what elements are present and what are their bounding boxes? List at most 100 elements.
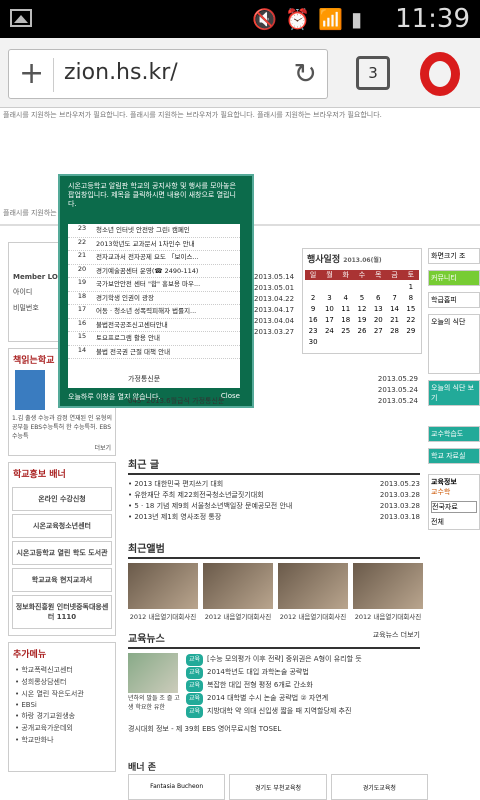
popup-item[interactable]: 23 청소년 인터넷 안전망 그린i 캠페인 (68, 224, 240, 238)
popup-item-title[interactable]: 2013학년도 교과문서 1차인수 안내 (96, 238, 195, 251)
add-menu-item[interactable]: • EBSi (9, 700, 115, 710)
popup-item-title[interactable]: 국가보안안전 센터 "합" 홍보용 마우... (96, 278, 200, 291)
add-menu-item[interactable]: • 공개교육가운데외 (9, 722, 115, 734)
calendar-date[interactable]: 15 (403, 305, 419, 313)
banner-item[interactable]: Fantasia Bucheon (128, 774, 226, 800)
calendar-date[interactable]: 30 (305, 338, 321, 346)
exam-info[interactable]: 경시대회 정보 - 제 39회 EBS 영어무료시험 TOSEL (128, 724, 420, 734)
edu-news-title[interactable]: 2014학년도 대입 과학논술 공략법 (207, 668, 309, 676)
edu-news-row[interactable]: 교육 2014 대학별 수시 논술 공략법 ② 자연계 (186, 692, 362, 705)
calendar-date[interactable]: 10 (321, 305, 337, 313)
latest-row-title[interactable]: • 2013 대한민국 편지쓰기 대회 (128, 479, 223, 490)
calendar-date[interactable]: 8 (403, 294, 419, 302)
popup-item[interactable]: 17 어동 · 청소년 성폭력피해자 법률지... (68, 305, 240, 319)
latest-row[interactable]: • 5 · 18 기념 제9회 서울청소년백일장 문예공모전 안내 2013.03… (128, 501, 420, 512)
tabs-button[interactable]: 3 (356, 56, 390, 90)
popup-item-title[interactable]: 불법전국공조신고센터안내 (96, 319, 168, 332)
popup-item[interactable]: 22 2013학년도 교과문서 1차인수 안내 (68, 238, 240, 251)
edu-news-row[interactable]: 교육 복잡한 대입 전형 평정 6개로 간소화 (186, 679, 362, 692)
promo-banner-item[interactable]: 시온고등학교 열린 학도 도서관 (12, 541, 112, 565)
add-menu-item[interactable]: • 학교폭력신고센터 (9, 664, 115, 676)
popup-item[interactable]: 18 경기학생 인권이 광장 (68, 292, 240, 305)
edu-news-row[interactable]: 교육 지방대학 약 의대 신입생 짧을 때 지역할당제 추진 (186, 705, 362, 718)
calendar-date[interactable]: 9 (305, 305, 321, 313)
add-menu-item[interactable]: • 학교만화나 (9, 734, 115, 746)
calendar-date[interactable]: 16 (305, 316, 321, 324)
calendar-date[interactable]: 1 (403, 283, 419, 291)
calendar-date[interactable]: 23 (305, 327, 321, 335)
calendar-date[interactable]: 14 (386, 305, 402, 313)
notice-row[interactable]: 045- 2013.6월급식 가정통신문 2013.05.24 (128, 396, 418, 407)
opera-menu-icon[interactable] (420, 52, 460, 96)
screen-size-box[interactable]: 화면크기 조 (428, 248, 480, 264)
popup-item-title[interactable]: 청소년 인터넷 안전망 그린i 캠페인 (96, 224, 190, 237)
diet-view-box[interactable]: 오늘의 식단 보기 (428, 380, 480, 406)
album-photo[interactable]: 2012 내음열기대회사진 (278, 563, 348, 621)
calendar-date[interactable]: 27 (370, 327, 386, 335)
calendar-date[interactable]: 4 (338, 294, 354, 302)
edu-news-title[interactable]: [수능 모의평가 이후 전략] 중위권은 A형이 유리할 듯 (207, 655, 362, 663)
popup-item-title[interactable]: 토요프로그램 활용 안내 (96, 332, 160, 345)
edu-news-row[interactable]: 교육 [수능 모의평가 이후 전략] 중위권은 A형이 유리할 듯 (186, 653, 362, 666)
popup-item[interactable]: 20 경기예술꿈센터 운영(☎ 2490-114) (68, 265, 240, 278)
calendar-date[interactable]: 18 (338, 316, 354, 324)
popup-item[interactable]: 16 불법전국공조신고센터안내 (68, 319, 240, 332)
class-homepage-box[interactable]: 학급홈피 (428, 292, 480, 308)
calendar-date[interactable]: 26 (354, 327, 370, 335)
calendar-date[interactable]: 17 (321, 316, 337, 324)
popup-item-title[interactable]: 전자교과서 전자공제 요도 「보이스... (96, 251, 199, 264)
edu-info-select[interactable]: 전국자료 (431, 501, 477, 513)
diet-box[interactable]: 오늘의 식단 (428, 314, 480, 374)
notice-row[interactable]: 가정통신문 2013.05.29 (128, 374, 418, 385)
calendar-date[interactable]: 19 (354, 316, 370, 324)
edu-news-title[interactable]: 지방대학 약 의대 신입생 짧을 때 지역할당제 추진 (207, 707, 351, 715)
edu-news-title[interactable]: 복잡한 대입 전형 평정 6개로 간소화 (207, 681, 313, 689)
community-box[interactable]: 커뮤니티 (428, 270, 480, 286)
address-bar[interactable]: + zion.hs.kr/ ↻ (8, 49, 328, 99)
calendar-date[interactable]: 20 (370, 316, 386, 324)
url-text[interactable]: zion.hs.kr/ (64, 60, 178, 85)
edu-info-radio[interactable]: 전체 (431, 517, 477, 527)
calendar-date[interactable]: 5 (354, 294, 370, 302)
edu-news-title[interactable]: 2014 대학별 수시 논술 공략법 ② 자연계 (207, 694, 328, 702)
calendar-date[interactable]: 28 (386, 327, 402, 335)
promo-banner-item[interactable]: 온라인 수강신청 (12, 487, 112, 511)
add-menu-item[interactable]: • 성희롱상담센터 (9, 676, 115, 688)
promo-banner-item[interactable]: 시온교육청소년센터 (12, 514, 112, 538)
notice-row[interactable]: 2013.05.24 (128, 385, 418, 396)
calendar-date[interactable]: 3 (321, 294, 337, 302)
promo-banner-item[interactable]: 정보화진흥원 인터넷중독대응센터 1110 (12, 595, 112, 629)
add-menu-item[interactable]: • 시온 열린 작은도서관 (9, 688, 115, 700)
calendar-date[interactable]: 12 (354, 305, 370, 313)
popup-item-title[interactable]: 불법 전국권 근절 대책 안내 (96, 346, 170, 359)
latest-row[interactable]: • 유한재단 주최 제22회전국청소년글짓기대회 2013.03.28 (128, 490, 420, 501)
calendar-date[interactable]: 6 (370, 294, 386, 302)
popup-item[interactable]: 21 전자교과서 전자공제 요도 「보이스... (68, 251, 240, 265)
edu-news-row[interactable]: 교육 2014학년도 대입 과학논술 공략법 (186, 666, 362, 679)
calendar-date[interactable]: 11 (338, 305, 354, 313)
popup-item-title[interactable]: 경기예술꿈센터 운영(☎ 2490-114) (96, 265, 198, 278)
book-more-link[interactable]: 더보기 (9, 443, 115, 452)
popup-item[interactable]: 19 국가보안안전 센터 "합" 홍보용 마우... (68, 278, 240, 292)
popup-item[interactable]: 14 불법 전국권 근절 대책 안내 (68, 346, 240, 359)
calendar-date[interactable]: 29 (403, 327, 419, 335)
calendar-date[interactable]: 25 (338, 327, 354, 335)
album-photo[interactable]: 2012 내음열기대회사진 (128, 563, 198, 621)
add-tab-icon[interactable]: + (19, 56, 44, 91)
latest-row[interactable]: • 2013년 제1회 영사조정 통장 2013.03.18 (128, 512, 420, 523)
calendar-date[interactable]: 2 (305, 294, 321, 302)
latest-row-title[interactable]: • 유한재단 주최 제22회전국청소년글짓기대회 (128, 490, 264, 501)
latest-row[interactable]: • 2013 대한민국 편지쓰기 대회 2013.05.23 (128, 479, 420, 490)
school-data-box[interactable]: 학교 자료실 (428, 448, 480, 464)
teaching-box[interactable]: 교수학습도 (428, 426, 480, 442)
calendar-date[interactable]: 24 (321, 327, 337, 335)
calendar-date[interactable]: 21 (386, 316, 402, 324)
reload-icon[interactable]: ↻ (294, 57, 317, 90)
edu-news-more[interactable]: 교육뉴스 더보기 (373, 630, 420, 645)
calendar-date[interactable]: 7 (386, 294, 402, 302)
calendar-date[interactable]: 13 (370, 305, 386, 313)
latest-row-title[interactable]: • 5 · 18 기념 제9회 서울청소년백일장 문예공모전 안내 (128, 501, 292, 512)
album-photo[interactable]: 2012 내음열기대회사진 (203, 563, 273, 621)
edu-info-tab[interactable]: 교수학 (431, 487, 477, 497)
banner-item[interactable]: 경기도교육청 (330, 774, 428, 800)
